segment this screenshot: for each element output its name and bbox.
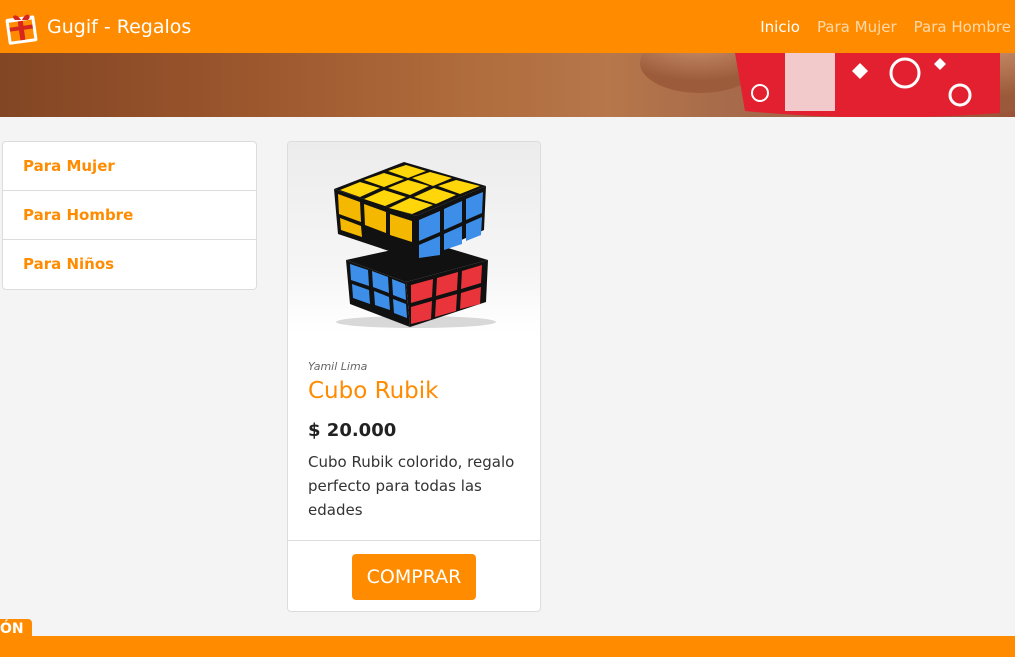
sidebar-item-para-ninos[interactable]: Para Niños bbox=[3, 240, 256, 289]
hero-banner bbox=[0, 53, 1015, 117]
product-description: Cubo Rubik colorido, regalo perfecto par… bbox=[308, 453, 515, 519]
product-author: Yamil Lima bbox=[308, 360, 368, 373]
product-title[interactable]: Cubo Rubik bbox=[308, 378, 438, 404]
product-price: $ 20.000 bbox=[308, 420, 397, 441]
card-footer: COMPRAR bbox=[288, 540, 540, 611]
sidebar-item-para-mujer[interactable]: Para Mujer bbox=[3, 142, 256, 191]
footer-bar bbox=[0, 636, 1015, 657]
hero-gift-image bbox=[0, 53, 1015, 117]
brand-link[interactable]: Gugif - Regalos bbox=[0, 0, 191, 53]
rubik-cube-image bbox=[334, 162, 496, 328]
nav-para-hombre[interactable]: Para Hombre bbox=[914, 18, 1011, 36]
buy-button[interactable]: COMPRAR bbox=[352, 554, 476, 600]
brand-title: Gugif - Regalos bbox=[47, 15, 192, 38]
navbar: Gugif - Regalos Inicio Para Mujer Para H… bbox=[0, 0, 1015, 53]
footer-tab[interactable]: ÓN bbox=[0, 619, 32, 639]
category-sidebar: Para Mujer Para Hombre Para Niños bbox=[2, 141, 257, 290]
nav-inicio[interactable]: Inicio bbox=[760, 18, 800, 36]
nav-para-mujer[interactable]: Para Mujer bbox=[817, 18, 897, 36]
top-nav: Inicio Para Mujer Para Hombre bbox=[743, 0, 1011, 53]
product-card: Yamil Lima Cubo Rubik $ 20.000 Cubo Rubi… bbox=[287, 141, 541, 612]
product-image[interactable] bbox=[288, 142, 540, 332]
sidebar-item-para-hombre[interactable]: Para Hombre bbox=[3, 191, 256, 240]
gift-icon bbox=[5, 14, 38, 45]
